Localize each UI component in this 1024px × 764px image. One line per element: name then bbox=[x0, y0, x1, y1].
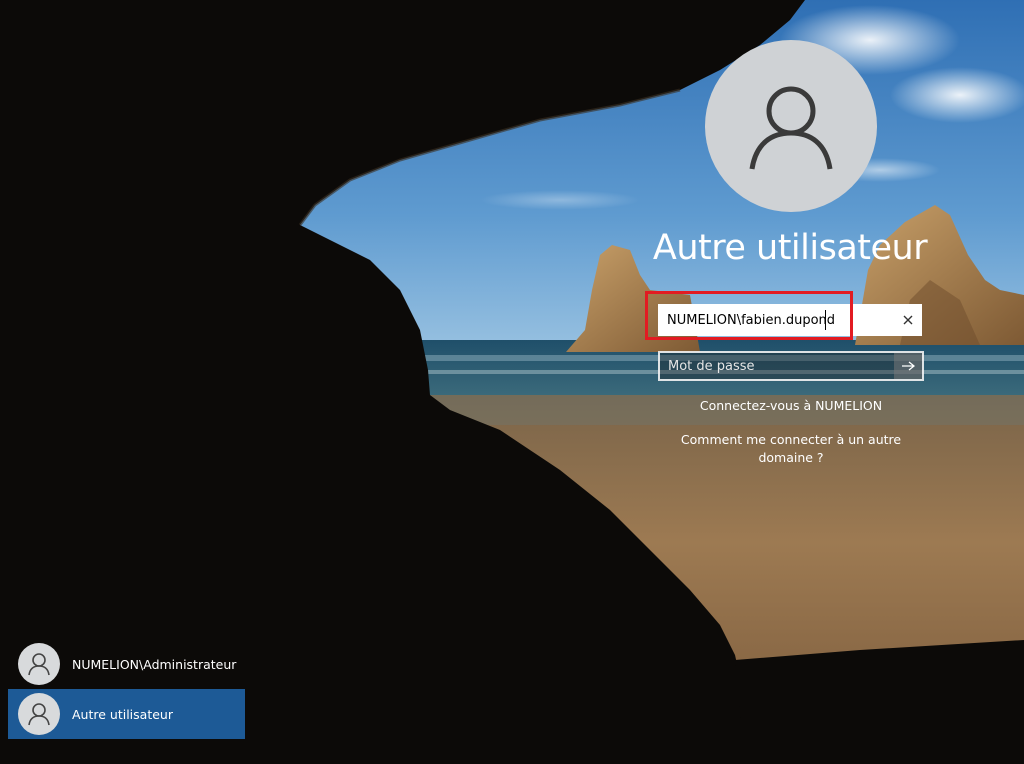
user-icon bbox=[28, 703, 50, 726]
password-input[interactable] bbox=[660, 353, 896, 379]
clear-button[interactable] bbox=[894, 304, 922, 336]
user-list: NUMELION\Administrateur Autre utilisateu… bbox=[8, 639, 245, 739]
text-caret bbox=[825, 310, 826, 330]
arrow-right-icon bbox=[902, 361, 915, 371]
user-list-item-administrateur[interactable]: NUMELION\Administrateur bbox=[8, 639, 245, 689]
user-list-item-label: Autre utilisateur bbox=[72, 706, 173, 722]
username-field[interactable] bbox=[658, 304, 922, 336]
submit-button[interactable] bbox=[894, 353, 922, 379]
avatar bbox=[18, 693, 60, 735]
username-input[interactable] bbox=[658, 304, 894, 336]
connect-domain-text: Connectez-vous à NUMELION bbox=[699, 398, 883, 413]
user-icon bbox=[28, 653, 50, 676]
user-list-item-autre-utilisateur[interactable]: Autre utilisateur bbox=[8, 689, 245, 739]
lock-screen: Autre utilisateur Connectez-vous à NUMEL… bbox=[0, 0, 1024, 764]
user-list-item-label: NUMELION\Administrateur bbox=[72, 656, 237, 672]
login-title: Autre utilisateur bbox=[652, 228, 928, 268]
password-field[interactable] bbox=[658, 351, 924, 381]
user-avatar bbox=[705, 40, 877, 212]
avatar bbox=[18, 643, 60, 685]
close-icon bbox=[903, 315, 913, 325]
user-icon bbox=[749, 86, 833, 170]
other-domain-link[interactable]: Comment me connecter à un autre domaine … bbox=[675, 431, 907, 467]
